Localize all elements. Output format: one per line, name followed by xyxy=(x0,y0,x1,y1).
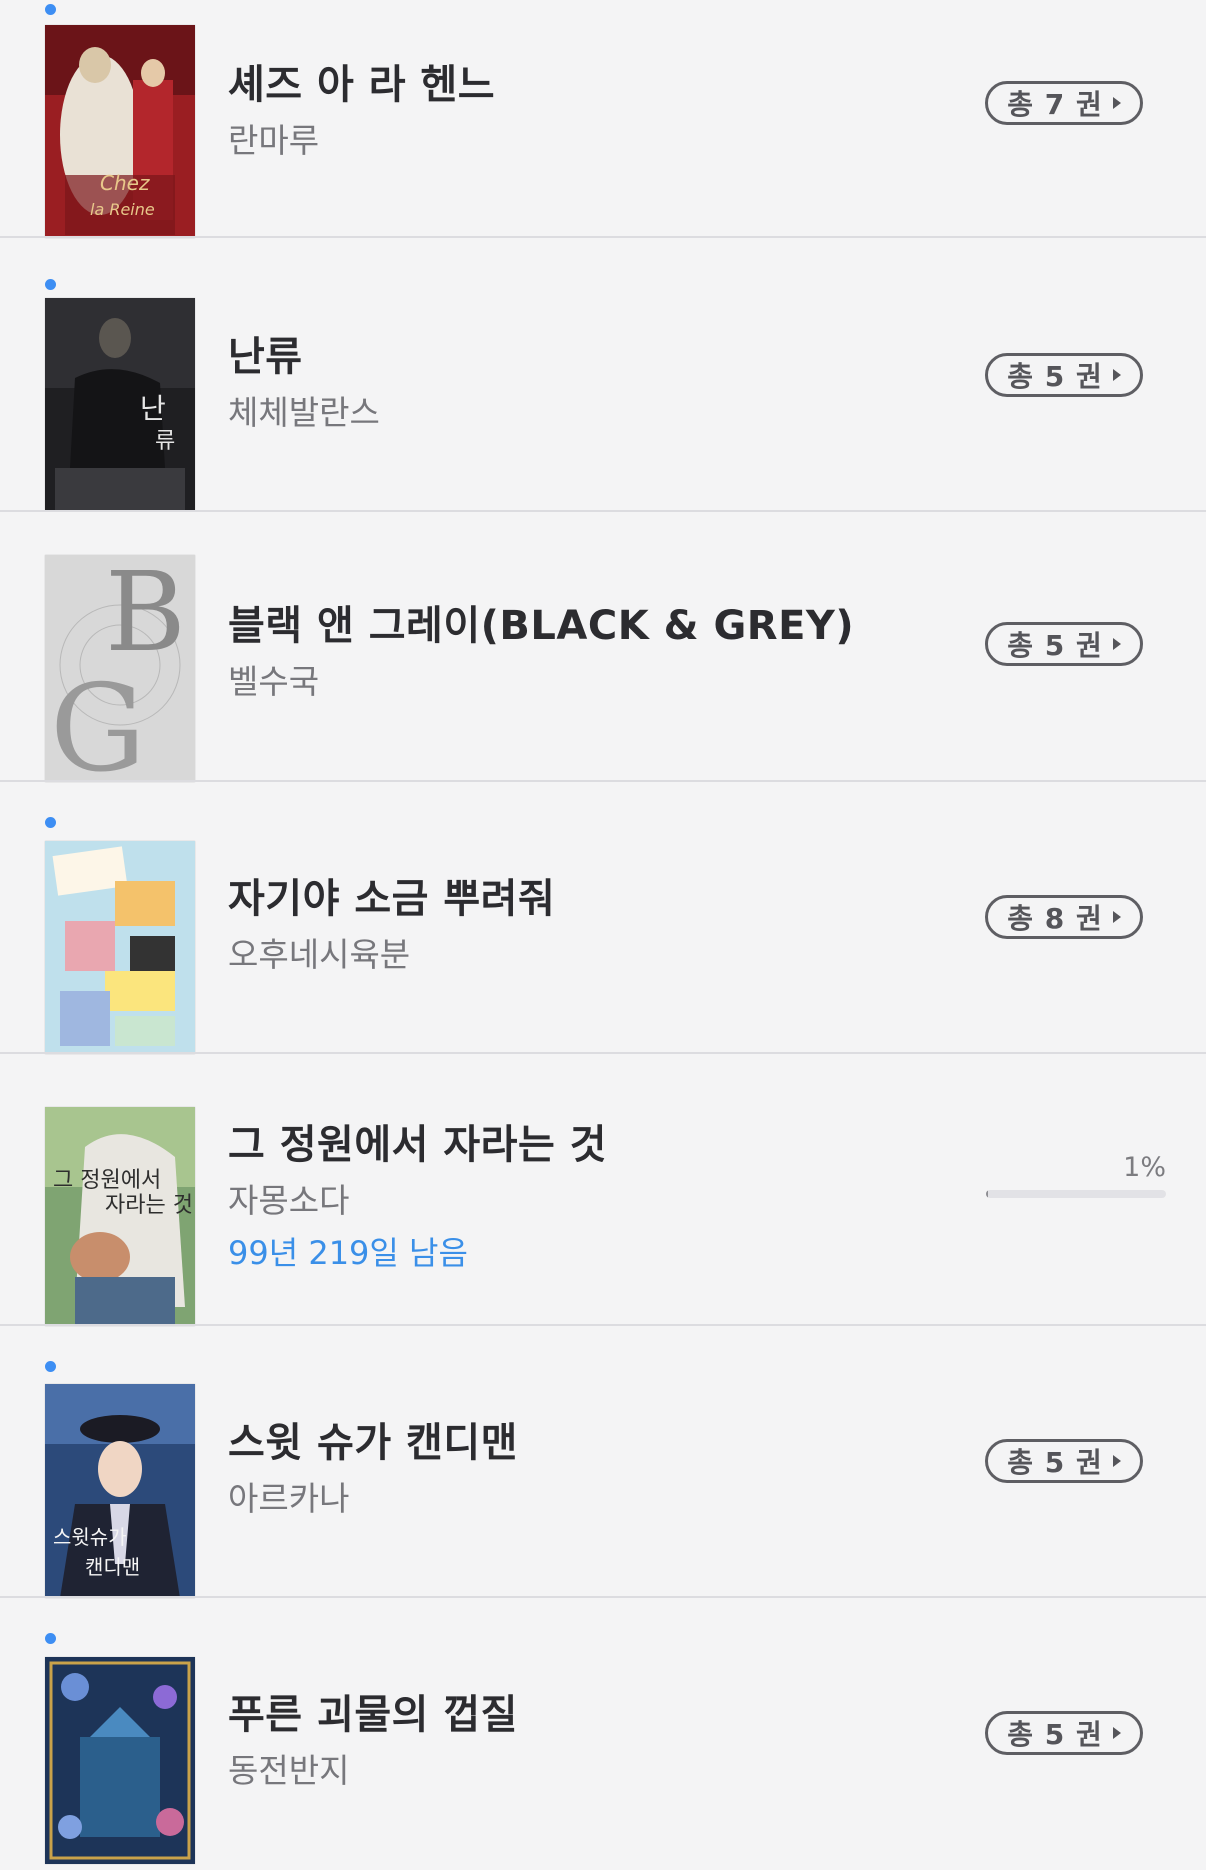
book-author: 체체발란스 xyxy=(228,393,380,432)
svg-text:그 정원에서: 그 정원에서 xyxy=(53,1168,161,1193)
volume-count-button[interactable]: 총 7 권 xyxy=(985,81,1143,125)
book-title: 자기야 소금 뿌려줘 xyxy=(228,876,556,922)
volume-count-label: 총 5 권 xyxy=(1007,629,1103,662)
volume-count-button[interactable]: 총 5 권 xyxy=(985,353,1143,397)
row-divider xyxy=(0,1596,1206,1598)
svg-text:B: B xyxy=(105,555,186,676)
new-indicator-dot xyxy=(45,4,56,15)
row-divider xyxy=(0,236,1206,238)
book-cover[interactable] xyxy=(45,1657,195,1864)
svg-text:la Reine: la Reine xyxy=(90,200,155,219)
chevron-right-icon xyxy=(1112,1455,1121,1467)
volume-count-label: 총 5 권 xyxy=(1007,1446,1103,1479)
new-indicator-dot xyxy=(45,279,56,290)
book-author: 아르카나 xyxy=(228,1479,350,1518)
svg-text:Chez: Chez xyxy=(100,171,150,195)
reading-progress-bar xyxy=(986,1190,1166,1198)
volume-count-label: 총 8 권 xyxy=(1007,902,1103,935)
book-cover[interactable]: B G xyxy=(45,555,195,782)
book-row-2[interactable]: 난 류 난류 체체발란스 총 5 권 xyxy=(0,242,1206,512)
book-row-5[interactable]: 그 정원에서 자라는 것 그 정원에서 자라는 것 자몽소다 99년 219일 … xyxy=(0,1056,1206,1326)
book-title: 푸른 괴물의 껍질 xyxy=(228,1692,518,1738)
svg-text:자라는 것: 자라는 것 xyxy=(105,1193,193,1218)
reading-progress-fill xyxy=(986,1190,988,1198)
book-cover[interactable] xyxy=(45,841,195,1054)
svg-text:류: 류 xyxy=(155,429,175,454)
book-row-6[interactable]: 스윗슈가 캔디맨 스윗 슈가 캔디맨 아르카나 총 5 권 xyxy=(0,1328,1206,1598)
book-title: 블랙 앤 그레이(BLACK & GREY) xyxy=(228,603,855,649)
volume-count-label: 총 5 권 xyxy=(1007,1718,1103,1751)
book-author: 벨수국 xyxy=(228,662,320,701)
book-title: 셰즈 아 라 헨느 xyxy=(228,62,496,108)
volume-count-button[interactable]: 총 5 권 xyxy=(985,1711,1143,1755)
svg-text:캔디맨: 캔디맨 xyxy=(85,1555,140,1579)
row-divider xyxy=(0,1324,1206,1326)
book-author: 오후네시육분 xyxy=(228,935,411,974)
book-cover[interactable]: 난 류 xyxy=(45,298,195,510)
book-title: 난류 xyxy=(228,334,303,380)
chevron-right-icon xyxy=(1112,369,1121,381)
book-author: 란마루 xyxy=(228,121,320,160)
library-list: Chez la Reine 셰즈 아 라 헨느 란마루 총 7 권 난 류 난류 xyxy=(0,0,1206,1864)
book-title: 스윗 슈가 캔디맨 xyxy=(228,1420,518,1466)
new-indicator-dot xyxy=(45,1633,56,1644)
svg-text:스윗슈가: 스윗슈가 xyxy=(53,1525,127,1549)
book-row-4[interactable]: 자기야 소금 뿌려줘 오후네시육분 총 8 권 xyxy=(0,784,1206,1054)
volume-count-button[interactable]: 총 8 권 xyxy=(985,895,1143,939)
book-row-3[interactable]: B G 블랙 앤 그레이(BLACK & GREY) 벨수국 총 5 권 xyxy=(0,512,1206,782)
chevron-right-icon xyxy=(1112,638,1121,650)
book-cover[interactable]: 스윗슈가 캔디맨 xyxy=(45,1384,195,1598)
volume-count-label: 총 7 권 xyxy=(1007,88,1103,121)
new-indicator-dot xyxy=(45,1361,56,1372)
svg-text:난: 난 xyxy=(140,392,166,425)
row-divider xyxy=(0,1052,1206,1054)
book-title: 그 정원에서 자라는 것 xyxy=(228,1122,607,1168)
chevron-right-icon xyxy=(1112,97,1121,109)
chevron-right-icon xyxy=(1112,1727,1121,1739)
row-divider xyxy=(0,780,1206,782)
svg-text:G: G xyxy=(50,660,146,782)
book-row-7[interactable]: 푸른 괴물의 껍질 동전반지 총 5 권 xyxy=(0,1600,1206,1870)
book-author: 동전반지 xyxy=(228,1751,350,1790)
volume-count-label: 총 5 권 xyxy=(1007,360,1103,393)
book-row-1[interactable]: Chez la Reine 셰즈 아 라 헨느 란마루 총 7 권 xyxy=(0,0,1206,238)
rental-remaining-text: 99년 219일 남음 xyxy=(228,1234,468,1272)
book-cover[interactable]: 그 정원에서 자라는 것 xyxy=(45,1107,195,1326)
book-author: 자몽소다 xyxy=(228,1181,350,1220)
volume-count-button[interactable]: 총 5 권 xyxy=(985,622,1143,666)
book-cover[interactable]: Chez la Reine xyxy=(45,25,195,238)
reading-progress-label: 1% xyxy=(1123,1152,1166,1183)
chevron-right-icon xyxy=(1112,911,1121,923)
new-indicator-dot xyxy=(45,817,56,828)
volume-count-button[interactable]: 총 5 권 xyxy=(985,1439,1143,1483)
